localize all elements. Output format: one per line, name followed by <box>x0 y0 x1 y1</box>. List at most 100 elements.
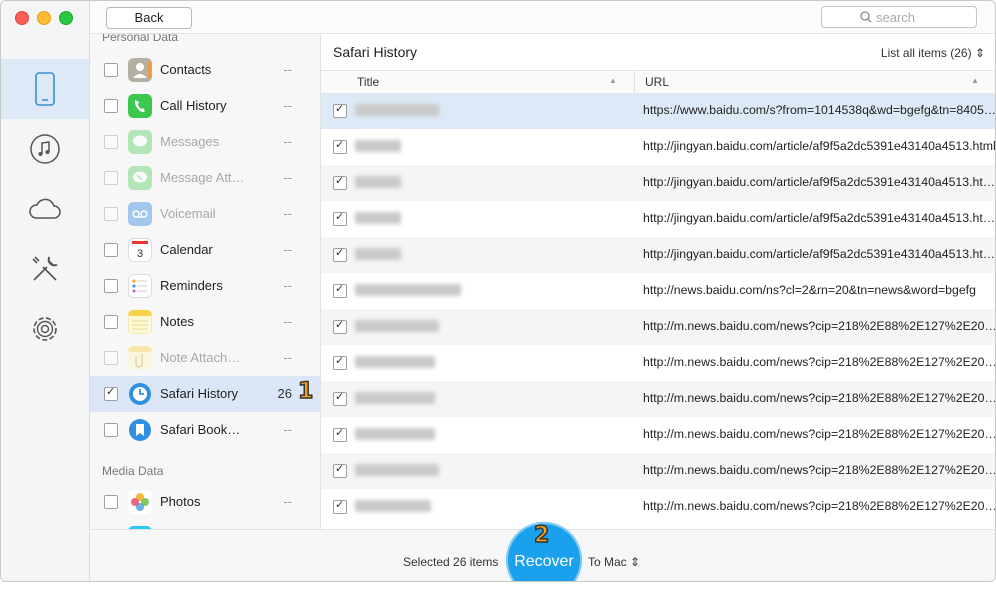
checkbox[interactable] <box>104 495 118 509</box>
checkbox[interactable] <box>104 385 118 401</box>
column-title[interactable]: Title <box>357 75 379 89</box>
category-voicemail[interactable]: Voicemail -- <box>90 196 320 232</box>
checkbox[interactable] <box>104 243 118 257</box>
checkbox[interactable] <box>333 102 347 118</box>
category-label: Note Attach… <box>160 350 241 365</box>
close-window-button[interactable] <box>15 11 29 25</box>
gear-icon <box>33 317 57 341</box>
safari-history-icon <box>129 383 151 405</box>
detail-pane: Safari History List all items (26) ⇕ Tit… <box>321 34 995 529</box>
rail-settings[interactable] <box>1 299 89 359</box>
checkbox[interactable] <box>104 171 118 185</box>
rail-music[interactable] <box>1 119 89 179</box>
category-label: Message Att… <box>160 170 245 185</box>
table-row[interactable]: http://m.news.baidu.com/news?cip=218%2E8… <box>321 309 995 345</box>
checkbox[interactable] <box>104 351 118 365</box>
category-message-attachments[interactable]: Message Att… -- <box>90 160 320 196</box>
minimize-window-button[interactable] <box>37 11 51 25</box>
category-label: Messages <box>160 134 220 149</box>
row-url: http://m.news.baidu.com/news?cip=218%2E8… <box>643 463 995 477</box>
checkbox[interactable] <box>333 498 347 514</box>
table-row[interactable]: http://m.news.baidu.com/news?cip=218%2E8… <box>321 417 995 453</box>
category-note-attachments[interactable]: Note Attach… -- <box>90 340 320 376</box>
checkbox[interactable] <box>333 390 347 406</box>
row-url: http://m.news.baidu.com/news?cip=218%2E8… <box>643 355 995 369</box>
checkbox[interactable] <box>104 279 118 293</box>
rail-icloud[interactable] <box>1 179 89 239</box>
table-row[interactable]: http://news.baidu.com/ns?cl=2&rn=20&tn=n… <box>321 273 995 309</box>
table-row[interactable]: http://m.news.baidu.com/news?cip=218%2E8… <box>321 489 995 525</box>
checkbox[interactable] <box>104 423 118 437</box>
checkbox[interactable] <box>333 462 347 478</box>
table-row[interactable]: http://m.news.baidu.com/news?cip=218%2E8… <box>321 381 995 417</box>
table-row[interactable]: http://jingyan.baidu.com/article/af9f5a2… <box>321 165 995 201</box>
category-label: Safari History <box>160 386 239 401</box>
category-reminders[interactable]: Reminders -- <box>90 268 320 304</box>
category-count: -- <box>283 350 292 365</box>
toolbar: Back search <box>90 1 995 34</box>
checkbox[interactable] <box>104 99 118 113</box>
checkbox[interactable] <box>333 174 347 190</box>
category-contacts[interactable]: Contacts -- <box>90 52 320 88</box>
category-call-history[interactable]: Call History -- <box>90 88 320 124</box>
row-url: http://jingyan.baidu.com/article/af9f5a2… <box>643 211 995 225</box>
sort-up-icon[interactable]: ▲ <box>609 76 617 85</box>
checkbox[interactable] <box>333 282 347 298</box>
search-input[interactable]: search <box>821 6 977 28</box>
checkbox[interactable] <box>104 207 118 221</box>
category-notes[interactable]: Notes -- <box>90 304 320 340</box>
zoom-window-button[interactable] <box>59 11 73 25</box>
section-title-personal: Personal Data <box>102 34 179 44</box>
column-divider[interactable] <box>634 71 635 93</box>
checkbox[interactable] <box>104 135 118 149</box>
window-controls <box>15 11 73 25</box>
category-list: Personal Data Contacts -- Call History -… <box>90 34 321 529</box>
category-calendar[interactable]: 3 Calendar -- <box>90 232 320 268</box>
category-label: Contacts <box>160 62 212 77</box>
sort-up-icon[interactable]: ▲ <box>971 76 979 85</box>
checkbox[interactable] <box>333 210 347 226</box>
redacted-title <box>355 320 439 332</box>
destination-select[interactable]: To Mac ⇕ <box>588 555 640 569</box>
checkbox[interactable] <box>104 315 118 329</box>
redacted-title <box>355 176 401 188</box>
category-safari-history[interactable]: Safari History 26 <box>90 376 320 412</box>
row-url: http://m.news.baidu.com/news?cip=218%2E8… <box>643 319 995 333</box>
checkbox[interactable] <box>333 354 347 370</box>
checkbox[interactable] <box>333 138 347 154</box>
category-safari-bookmarks[interactable]: Safari Book… -- <box>90 412 320 448</box>
recover-label: Recover <box>514 553 574 570</box>
phone-icon <box>128 94 152 118</box>
category-count: -- <box>283 314 292 329</box>
checkbox[interactable] <box>104 63 118 77</box>
category-label: Reminders <box>160 278 223 293</box>
redacted-title <box>355 428 435 440</box>
category-photos[interactable]: Photos -- <box>90 484 320 520</box>
category-count: -- <box>283 134 292 149</box>
row-url: http://jingyan.baidu.com/article/af9f5a2… <box>643 139 995 153</box>
row-url: http://jingyan.baidu.com/article/af9f5a2… <box>643 247 995 261</box>
row-url: http://m.news.baidu.com/news?cip=218%2E8… <box>643 499 995 513</box>
music-icon <box>30 134 60 164</box>
category-messages[interactable]: Messages -- <box>90 124 320 160</box>
category-count: -- <box>283 170 292 185</box>
table-row[interactable]: http://m.news.baidu.com/news?cip=218%2E8… <box>321 453 995 489</box>
table-row[interactable]: http://jingyan.baidu.com/article/af9f5a2… <box>321 237 995 273</box>
row-url: http://jingyan.baidu.com/article/af9f5a2… <box>643 175 995 189</box>
list-filter-select[interactable]: List all items (26) ⇕ <box>881 46 985 60</box>
rail-tools[interactable] <box>1 239 89 299</box>
checkbox[interactable] <box>333 426 347 442</box>
device-rail <box>1 1 90 581</box>
checkbox[interactable] <box>333 318 347 334</box>
checkbox[interactable] <box>333 246 347 262</box>
back-button[interactable]: Back <box>106 7 192 29</box>
category-label: Call History <box>160 98 227 113</box>
row-url: https://www.baidu.com/s?from=1014538q&wd… <box>643 103 995 117</box>
column-url[interactable]: URL <box>645 75 669 89</box>
table-row[interactable]: http://jingyan.baidu.com/article/af9f5a2… <box>321 201 995 237</box>
rail-device[interactable] <box>1 59 89 119</box>
table-row[interactable]: http://m.news.baidu.com/news?cip=218%2E8… <box>321 345 995 381</box>
table-row[interactable]: https://www.baidu.com/s?from=1014538q&wd… <box>321 93 995 129</box>
table-row[interactable]: http://jingyan.baidu.com/article/af9f5a2… <box>321 129 995 165</box>
redacted-title <box>355 464 439 476</box>
